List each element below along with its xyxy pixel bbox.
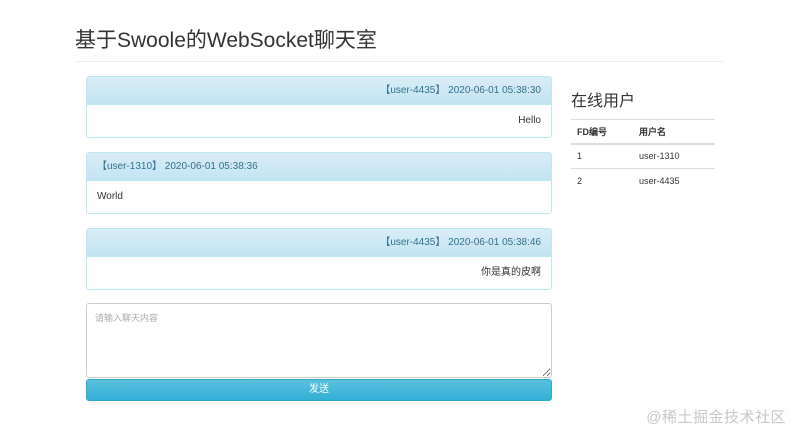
table-row: 1 user-1310 [571, 143, 715, 169]
message-header: 【user-1310】 2020-06-01 05:38:36 [87, 153, 551, 181]
online-users-table: FD编号 用户名 1 user-1310 2 user-4435 [571, 119, 715, 194]
message-panel: 【user-1310】 2020-06-01 05:38:36 World [86, 152, 552, 214]
online-users-heading: 在线用户 [571, 93, 636, 110]
username-cell: user-4435 [639, 176, 680, 187]
chat-message-input[interactable] [86, 303, 552, 378]
fd-cell: 1 [571, 143, 633, 169]
table-header-row: FD编号 用户名 [571, 119, 715, 145]
message-header: 【user-4435】 2020-06-01 05:38:46 [87, 229, 551, 257]
column-header-username: 用户名 [633, 119, 715, 145]
online-users-panel: 在线用户 FD编号 用户名 1 user-1310 2 user-4435 [571, 87, 715, 194]
message-text: Hello [518, 115, 541, 126]
column-header-fd: FD编号 [571, 119, 633, 145]
message-header: 【user-4435】 2020-06-01 05:38:30 [87, 77, 551, 105]
message-panel: 【user-4435】 2020-06-01 05:38:46 你是真的皮啊 [86, 228, 552, 290]
send-button[interactable]: 发送 [86, 379, 552, 401]
message-text: 你是真的皮啊 [481, 267, 541, 278]
message-list: 【user-4435】 2020-06-01 05:38:30 Hello 【u… [86, 76, 552, 304]
page-title: 基于Swoole的WebSocket聊天室 [75, 29, 377, 52]
title-divider [75, 61, 723, 62]
username-cell: user-1310 [633, 143, 715, 169]
table-row: 2 user-4435 [571, 169, 715, 194]
watermark: @稀土掘金技术社区 [646, 409, 786, 426]
message-panel: 【user-4435】 2020-06-01 05:38:30 Hello [86, 76, 552, 138]
fd-cell: 2 [577, 176, 583, 187]
message-text: World [97, 191, 123, 202]
